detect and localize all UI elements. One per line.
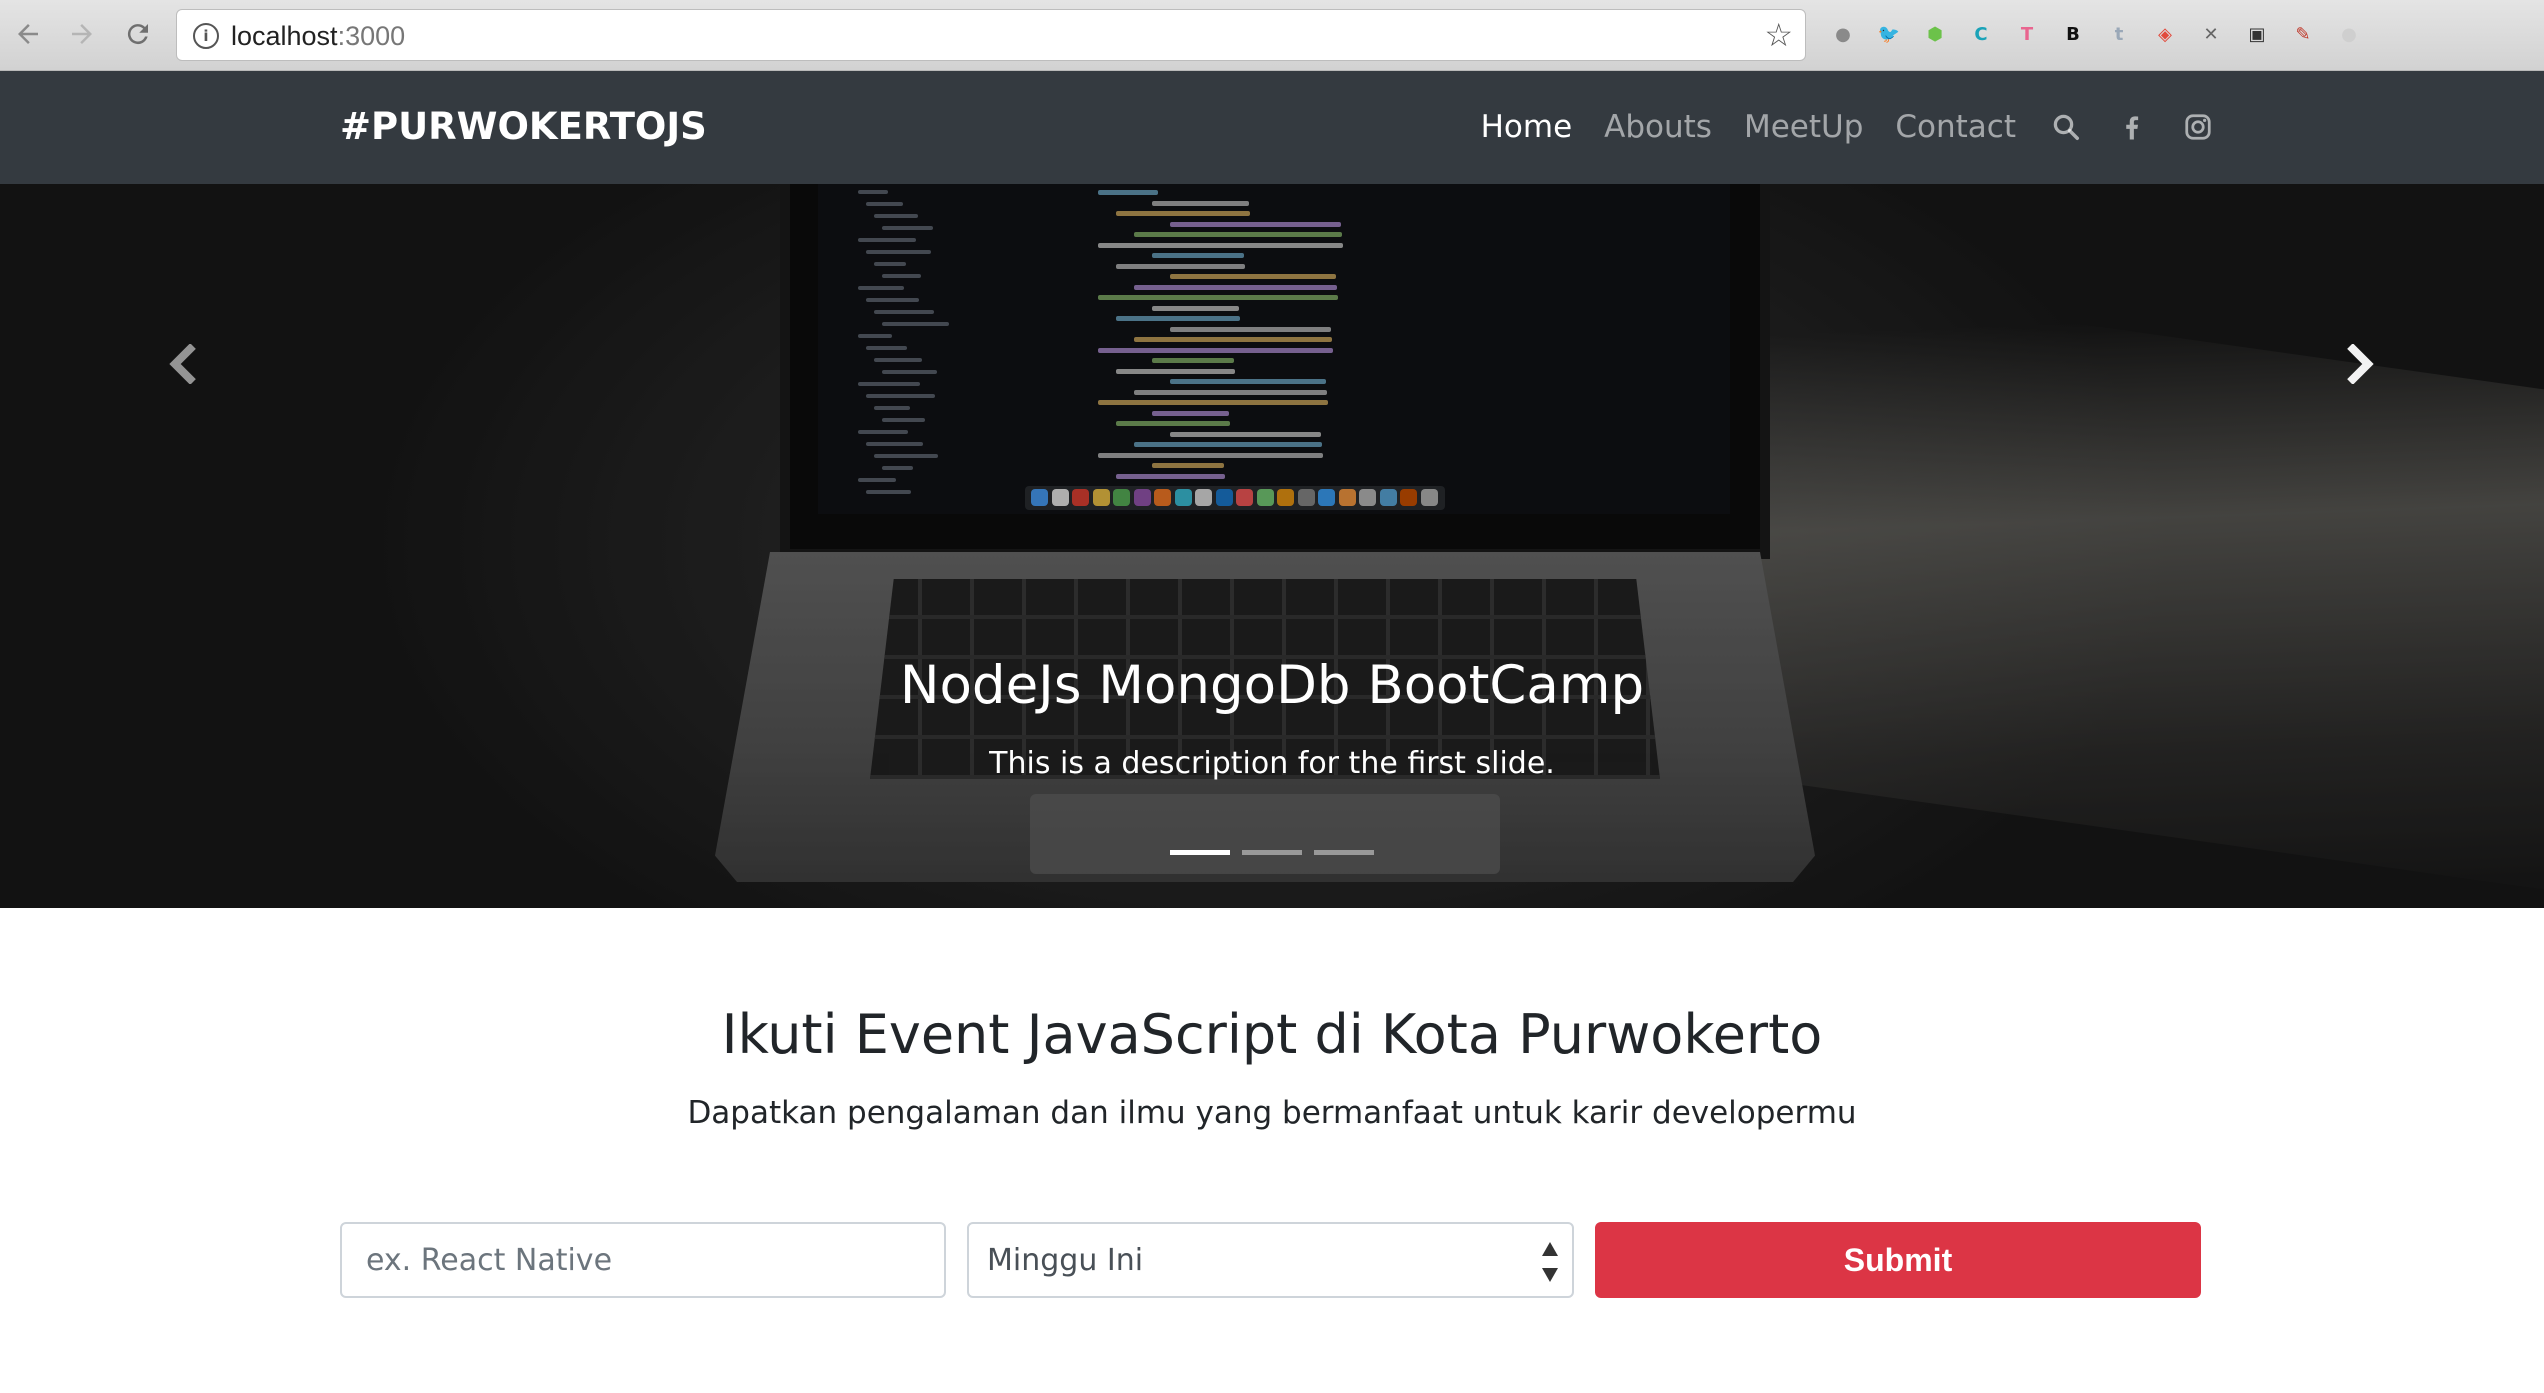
carousel-prev-button[interactable] [145,324,225,404]
t-ext-icon[interactable]: t [2102,18,2136,52]
slide-description: This is a description for the first slid… [989,746,1555,781]
b-ext-icon[interactable]: B [2056,18,2090,52]
brand-logo[interactable]: #PURWOKERTOJS [340,105,707,149]
arrow-right-icon [72,24,92,44]
pen-ext-icon[interactable]: ✎ [2286,18,2320,52]
period-select[interactable]: Minggu Ini [967,1222,1574,1298]
slide-overlay [0,184,2544,908]
search-icon[interactable] [2050,111,2082,143]
nav-link-meetup[interactable]: MeetUp [1744,105,1863,149]
gray-ext-icon[interactable]: ● [2332,18,2366,52]
page-title: Ikuti Event JavaScript di Kota Purwokert… [721,1003,1823,1066]
reload-icon [127,24,148,45]
screen-ext-icon[interactable]: ▣ [2240,18,2274,52]
submit-button[interactable]: Submit [1595,1222,2201,1298]
chevron-right-icon [2347,344,2374,384]
c-ext-icon[interactable]: C [1964,18,1998,52]
circle-ext-icon[interactable]: ● [1826,18,1860,52]
url-host: localhost [231,21,338,51]
shield-ext-icon[interactable]: ◈ [2148,18,2182,52]
carousel-next-button[interactable] [2318,324,2398,404]
carousel-indicators [0,850,2544,855]
keyword-input[interactable] [342,1224,944,1296]
select-arrows-icon [1542,1242,1558,1282]
bird-ext-icon[interactable]: 🐦 [1872,18,1906,52]
nav-link-home[interactable]: Home [1481,105,1573,149]
carousel-indicator-1[interactable] [1170,850,1230,855]
chevron-left-icon [169,344,196,384]
period-select-value: Minggu Ini [987,1243,1144,1278]
back-button[interactable] [8,14,48,54]
x-ext-icon[interactable]: ✕ [2194,18,2228,52]
keyword-field [340,1222,946,1298]
nav-link-contact[interactable]: Contact [1895,105,2016,149]
forward-button[interactable] [62,14,102,54]
site-navbar: #PURWOKERTOJS Home Abouts MeetUp Contact [0,71,2544,184]
carousel-indicator-2[interactable] [1242,850,1302,855]
carousel-indicator-3[interactable] [1314,850,1374,855]
t-color-ext-icon[interactable]: T [2010,18,2044,52]
info-icon[interactable]: i [193,23,219,49]
nav-link-abouts[interactable]: Abouts [1604,105,1712,149]
star-icon[interactable]: ☆ [1764,18,1793,52]
url-text: localhost:3000 [231,20,405,52]
slide-title: NodeJs MongoDb BootCamp [899,655,1645,716]
address-bar[interactable]: i localhost:3000 ☆ [176,9,1806,61]
instagram-icon[interactable] [2182,111,2214,143]
page-subtitle: Dapatkan pengalaman dan ilmu yang berman… [687,1095,1857,1131]
node-ext-icon[interactable]: ⬢ [1918,18,1952,52]
url-port: :3000 [337,21,406,51]
facebook-icon[interactable] [2116,111,2148,143]
reload-button[interactable] [118,14,158,54]
browser-toolbar: i localhost:3000 ☆ ● 🐦 ⬢ C T Bt ◈ ✕ ▣ ✎ ● [0,0,2544,71]
hero-carousel: NodeJs MongoDb BootCamp This is a descri… [0,184,2544,908]
nav-links: Home Abouts MeetUp Contact [1449,105,2214,149]
arrow-left-icon [18,24,38,44]
